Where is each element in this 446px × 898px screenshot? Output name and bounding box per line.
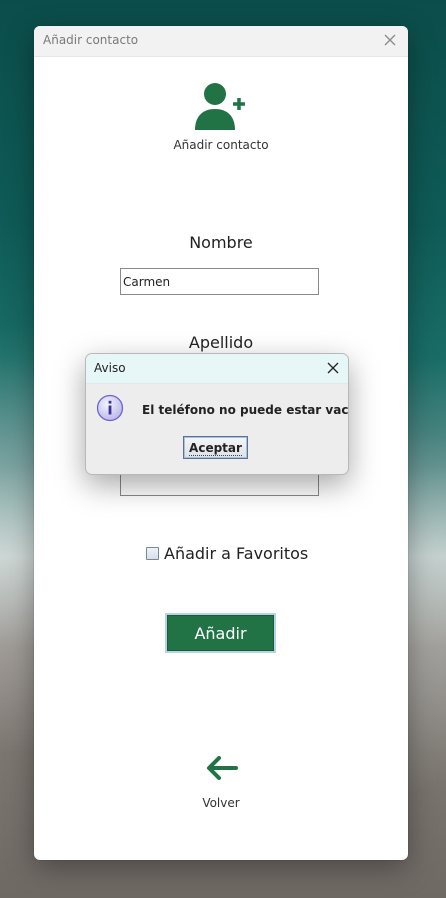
info-icon xyxy=(96,394,124,422)
checkbox-box[interactable] xyxy=(146,547,159,560)
nombre-label: Nombre xyxy=(189,233,253,252)
header-label: Añadir contacto xyxy=(173,138,269,152)
apellido-label: Apellido xyxy=(188,333,254,352)
close-icon xyxy=(384,34,396,46)
window-title: Añadir contacto xyxy=(43,33,139,47)
add-user-icon xyxy=(195,83,245,130)
favorites-checkbox[interactable]: Añadir a Favoritos xyxy=(146,544,308,563)
back-label[interactable]: Volver xyxy=(34,796,408,810)
accept-button[interactable]: Aceptar xyxy=(183,436,248,459)
close-icon xyxy=(327,362,339,374)
window-titlebar[interactable]: Añadir contacto xyxy=(34,26,408,57)
dialog-message: El teléfono no puede estar vacio xyxy=(142,403,349,417)
arrow-left-icon[interactable] xyxy=(205,755,239,781)
nombre-input[interactable] xyxy=(120,268,319,295)
dialog-close-button[interactable] xyxy=(324,359,342,377)
accept-button-label: Aceptar xyxy=(189,440,242,456)
dialog-title: Aviso xyxy=(94,361,126,375)
add-button[interactable]: Añadir xyxy=(167,615,274,651)
window-close-button[interactable] xyxy=(381,31,399,49)
dialog-titlebar[interactable]: Aviso xyxy=(86,354,348,384)
alert-dialog: Aviso El teléfono no puede estar vacio A… xyxy=(85,353,349,475)
favorites-label: Añadir a Favoritos xyxy=(164,544,309,563)
